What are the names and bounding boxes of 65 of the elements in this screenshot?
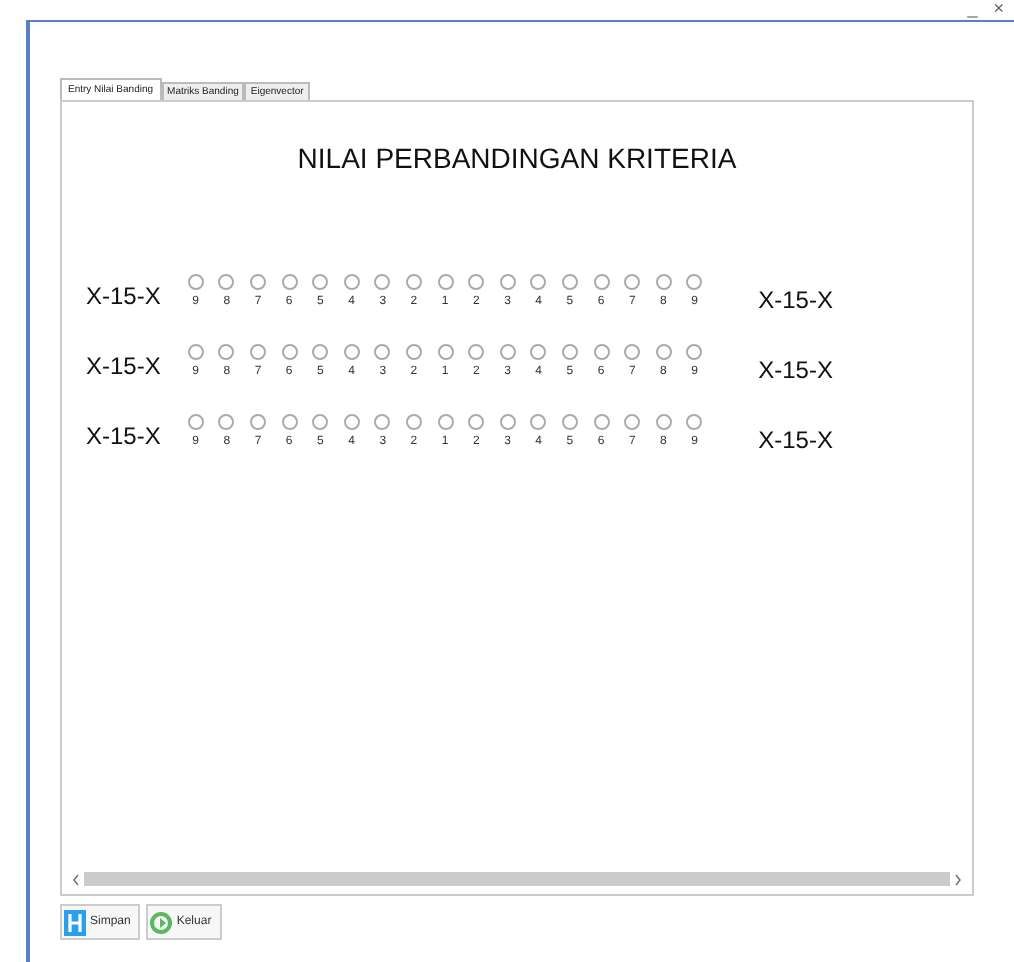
window-control[interactable]: _: [967, 0, 978, 16]
radio-button[interactable]: [187, 344, 204, 360]
radio-button[interactable]: [561, 344, 578, 360]
radio-button[interactable]: [624, 274, 641, 290]
radio-button[interactable]: [405, 414, 422, 430]
radio-button[interactable]: [281, 344, 298, 360]
radio-button[interactable]: [218, 274, 235, 290]
radio-button[interactable]: [655, 274, 672, 290]
radio-button[interactable]: [655, 344, 672, 360]
radio-button[interactable]: [343, 414, 360, 430]
radio-button[interactable]: [468, 414, 485, 430]
radio-button[interactable]: [187, 414, 204, 430]
window-control[interactable]: ×: [993, 0, 1004, 16]
radio-button[interactable]: [686, 414, 703, 430]
scrollbar-thumb[interactable]: [84, 872, 950, 886]
radio-button[interactable]: [593, 274, 610, 290]
radio-button[interactable]: [530, 274, 547, 290]
radio-button[interactable]: [561, 414, 578, 430]
radio-button[interactable]: [405, 344, 422, 360]
radio-button[interactable]: [343, 274, 360, 290]
radio-button[interactable]: [218, 344, 235, 360]
radio-button[interactable]: [499, 414, 516, 430]
radio-button[interactable]: [655, 414, 672, 430]
radio-button[interactable]: [405, 274, 422, 290]
exit-icon: [150, 911, 173, 933]
scroll-left-icon[interactable]: [72, 873, 80, 885]
radio-button[interactable]: [343, 344, 360, 360]
radio-button[interactable]: [624, 414, 641, 430]
criterion-label: X-15-X: [758, 354, 833, 384]
criterion-label: X-15-X: [86, 280, 163, 310]
radio-button[interactable]: [624, 344, 641, 360]
radio-button[interactable]: [437, 274, 454, 290]
radio-button[interactable]: [686, 344, 703, 360]
radio-button[interactable]: [312, 414, 329, 430]
save-icon: [64, 909, 86, 935]
form-heading: NILAI PERBANDINGAN KRITERIA: [295, 142, 739, 174]
criterion-label: X-15-X: [758, 424, 833, 454]
radio-button[interactable]: [499, 274, 516, 290]
radio-button[interactable]: [468, 274, 485, 290]
criterion-label: X-15-X: [758, 284, 833, 314]
radio-button[interactable]: [593, 344, 610, 360]
radio-button[interactable]: [530, 414, 547, 430]
radio-button[interactable]: [686, 274, 703, 290]
radio-button[interactable]: [187, 274, 204, 290]
radio-button[interactable]: [437, 414, 454, 430]
radio-button[interactable]: [593, 414, 610, 430]
radio-button[interactable]: [374, 274, 391, 290]
radio-button[interactable]: [281, 414, 298, 430]
radio-button[interactable]: [468, 344, 485, 360]
radio-button[interactable]: [218, 414, 235, 430]
radio-button[interactable]: [249, 344, 266, 360]
radio-button[interactable]: [499, 344, 516, 360]
radio-button[interactable]: [281, 274, 298, 290]
criterion-label: X-15-X: [86, 350, 163, 380]
radio-button[interactable]: [312, 274, 329, 290]
scroll-right-icon[interactable]: [954, 873, 962, 885]
radio-button[interactable]: [437, 344, 454, 360]
radio-button[interactable]: [374, 344, 391, 360]
radio-button[interactable]: [249, 414, 266, 430]
radio-button[interactable]: [374, 414, 391, 430]
criterion-label: X-15-X: [86, 420, 163, 450]
radio-button[interactable]: [249, 274, 266, 290]
radio-button[interactable]: [561, 274, 578, 290]
radio-button[interactable]: [530, 344, 547, 360]
radio-button[interactable]: [312, 344, 329, 360]
